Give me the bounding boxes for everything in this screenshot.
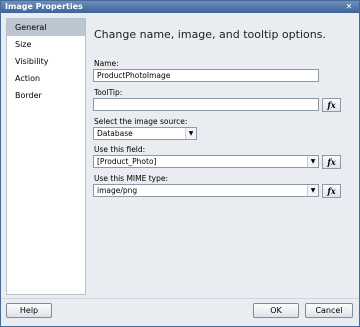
sidebar-item-visibility[interactable]: Visibility xyxy=(7,53,85,70)
close-icon[interactable]: ✕ xyxy=(342,2,356,12)
field-expression-button[interactable]: fx xyxy=(322,155,341,169)
image-source-value: Database xyxy=(97,129,133,138)
ok-button[interactable]: OK xyxy=(253,303,299,318)
tooltip-label: ToolTip: xyxy=(94,88,123,97)
sidebar-item-general[interactable]: General xyxy=(7,19,85,36)
name-field[interactable]: ProductPhotoImage xyxy=(93,69,319,82)
title-bar: Image Properties ✕ xyxy=(1,1,359,13)
sidebar-item-size[interactable]: Size xyxy=(7,36,85,53)
mime-type-value: image/png xyxy=(97,186,138,195)
mime-type-expression-button[interactable]: fx xyxy=(322,184,341,198)
image-source-dropdown[interactable]: Database ▼ xyxy=(93,127,197,140)
mime-type-label: Use this MIME type: xyxy=(94,174,169,183)
tooltip-expression-button[interactable]: fx xyxy=(322,98,341,112)
chevron-down-icon[interactable]: ▼ xyxy=(185,128,196,139)
chevron-down-icon[interactable]: ▼ xyxy=(307,185,318,196)
mime-type-dropdown[interactable]: image/png ▼ xyxy=(93,184,319,197)
sidebar-item-action[interactable]: Action xyxy=(7,70,85,87)
footer-divider xyxy=(1,298,359,299)
image-source-label: Select the image source: xyxy=(94,117,188,126)
window-title: Image Properties xyxy=(5,2,83,11)
field-label: Use this field: xyxy=(94,145,146,154)
sidebar: General Size Visibility Action Border xyxy=(6,18,86,295)
cancel-button[interactable]: Cancel xyxy=(305,303,353,318)
field-value: [Product_Photo] xyxy=(97,157,157,166)
name-label: Name: xyxy=(94,59,119,68)
page-heading: Change name, image, and tooltip options. xyxy=(94,28,326,41)
general-page: Change name, image, and tooltip options.… xyxy=(88,18,354,296)
chevron-down-icon[interactable]: ▼ xyxy=(307,156,318,167)
field-dropdown[interactable]: [Product_Photo] ▼ xyxy=(93,155,319,168)
help-button[interactable]: Help xyxy=(6,303,52,318)
image-properties-dialog: Image Properties ✕ General Size Visibili… xyxy=(0,0,360,327)
tooltip-field[interactable] xyxy=(93,98,319,111)
sidebar-item-border[interactable]: Border xyxy=(7,87,85,104)
